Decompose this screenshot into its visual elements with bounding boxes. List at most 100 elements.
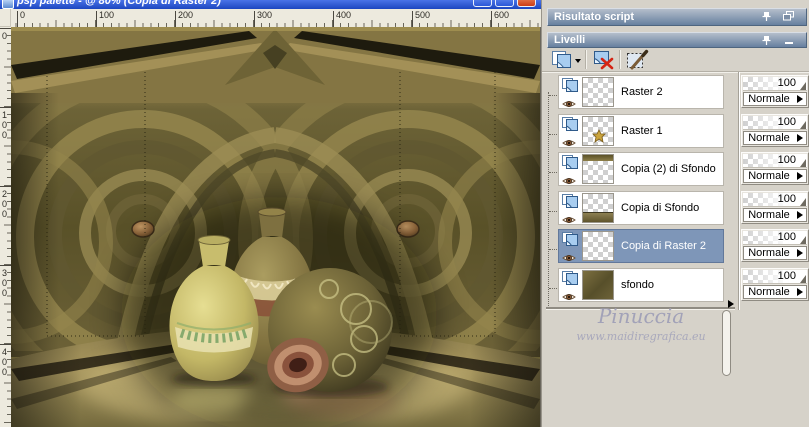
- ruler-label: 300: [257, 10, 273, 20]
- layer-type-icon: [561, 270, 581, 286]
- ruler-label: 400: [2, 347, 8, 377]
- ruler-label: 300: [2, 268, 8, 298]
- opacity-slider[interactable]: 100: [743, 231, 807, 245]
- layer-type-icon: [561, 193, 581, 209]
- layers-panel-header[interactable]: Livelli: [547, 32, 807, 48]
- layer-name: Copia di Raster 2: [621, 240, 706, 252]
- blend-mode-dropdown[interactable]: Normale: [743, 131, 807, 145]
- layer-link-connector: [548, 92, 549, 306]
- blend-mode-dropdown[interactable]: Normale: [743, 92, 807, 106]
- minimize-icon[interactable]: [782, 35, 796, 46]
- visibility-eye-icon[interactable]: [562, 173, 576, 184]
- dropdown-arrow-icon[interactable]: [797, 211, 803, 219]
- visibility-eye-icon[interactable]: [562, 135, 576, 146]
- layer-link-stub: [549, 172, 557, 173]
- ruler-label: 600: [494, 10, 510, 20]
- layer-row-sfondo[interactable]: sfondo: [558, 268, 724, 302]
- layer-row-copia-di-raster-2-selected[interactable]: Copia di Raster 2: [558, 229, 724, 263]
- visibility-eye-icon[interactable]: [562, 96, 576, 107]
- layer-type-icon: [561, 116, 581, 132]
- blend-mode-value: Normale: [748, 132, 790, 144]
- layer-properties: 100 Normale: [741, 191, 809, 224]
- layer-row-raster-2[interactable]: Raster 2: [558, 75, 724, 109]
- column-divider: [738, 72, 740, 310]
- opacity-slider[interactable]: 100: [743, 193, 807, 207]
- layer-row-raster-1[interactable]: Raster 1: [558, 114, 724, 148]
- opacity-value: 100: [777, 231, 796, 243]
- canvas-image[interactable]: [11, 27, 540, 427]
- layer-name: Copia di Sfondo: [621, 202, 700, 214]
- opacity-slider[interactable]: 100: [743, 77, 807, 91]
- layer-thumbnail: [582, 193, 614, 223]
- layer-row-copia-di-sfondo[interactable]: Copia di Sfondo: [558, 191, 724, 225]
- toolbar-divider: [542, 71, 809, 73]
- opacity-slider[interactable]: 100: [743, 270, 807, 284]
- dropdown-arrow-icon[interactable]: [797, 249, 803, 257]
- blend-mode-dropdown[interactable]: Normale: [743, 246, 807, 260]
- pin-icon[interactable]: [760, 11, 774, 22]
- layer-link-stub: [549, 211, 557, 212]
- horizontal-ruler: 0 100 200 300 400 500 600: [11, 9, 541, 27]
- opacity-value: 100: [777, 270, 796, 282]
- layer-thumbnail: [582, 270, 614, 300]
- ruler-label: 100: [99, 10, 115, 20]
- maximize-button[interactable]: [495, 0, 514, 7]
- ruler-label: 0: [2, 31, 8, 41]
- ruler-corner: [0, 9, 11, 27]
- opacity-slider-handle[interactable]: [800, 236, 806, 244]
- dropdown-arrow-icon[interactable]: [797, 134, 803, 142]
- blend-mode-value: Normale: [748, 170, 790, 182]
- close-button[interactable]: [517, 0, 536, 7]
- delete-layer-button[interactable]: [591, 49, 617, 71]
- layer-thumbnail: [582, 231, 614, 261]
- layer-properties: 100 Normale: [741, 152, 809, 185]
- layer-thumbnail: [582, 116, 614, 146]
- opacity-slider-handle[interactable]: [800, 159, 806, 167]
- opacity-value: 100: [777, 77, 796, 89]
- script-result-panel-header[interactable]: Risultato script: [547, 8, 807, 26]
- script-result-title: Risultato script: [554, 11, 635, 23]
- opacity-slider[interactable]: 100: [743, 154, 807, 168]
- psp-application-window: psp palette - @ 80% (Copia di Raster 2) …: [0, 0, 809, 427]
- ruler-label: 200: [2, 189, 8, 219]
- layer-link-stub: [549, 134, 557, 135]
- toolbar-separator: [585, 50, 587, 69]
- layer-type-icon: [561, 231, 581, 247]
- layer-row-copia-2-di-sfondo[interactable]: Copia (2) di Sfondo: [558, 152, 724, 186]
- dropdown-arrow-icon[interactable]: [797, 172, 803, 180]
- opacity-slider[interactable]: 100: [743, 116, 807, 130]
- opacity-slider-handle[interactable]: [800, 275, 806, 283]
- window-icon: [2, 0, 14, 9]
- visibility-eye-icon[interactable]: [562, 212, 576, 223]
- layer-properties: 100 Normale: [741, 268, 809, 301]
- layers-toolbar: [547, 49, 807, 71]
- dropdown-arrow-icon[interactable]: [797, 95, 803, 103]
- layer-properties: 100 Normale: [741, 229, 809, 262]
- blend-mode-dropdown[interactable]: Normale: [743, 208, 807, 222]
- restore-icon[interactable]: [782, 11, 796, 22]
- docked-panels: Risultato script Livelli Raster 2 Raster…: [541, 0, 809, 427]
- image-window: psp palette - @ 80% (Copia di Raster 2) …: [0, 0, 541, 427]
- opacity-value: 100: [777, 154, 796, 166]
- watermark-url: www.maidiregrafica.eu: [576, 330, 706, 343]
- layer-link-stub: [549, 249, 557, 250]
- image-window-titlebar[interactable]: psp palette - @ 80% (Copia di Raster 2): [0, 0, 541, 9]
- visibility-eye-icon[interactable]: [562, 289, 576, 300]
- pin-icon[interactable]: [760, 35, 774, 46]
- new-layer-button[interactable]: [550, 49, 582, 71]
- layer-name: Raster 1: [621, 125, 663, 137]
- visibility-eye-icon[interactable]: [562, 250, 576, 261]
- blend-mode-value: Normale: [748, 93, 790, 105]
- blend-mode-value: Normale: [748, 209, 790, 221]
- dropdown-arrow-icon[interactable]: [797, 288, 803, 296]
- blend-mode-value: Normale: [748, 286, 790, 298]
- edit-selection-button[interactable]: [625, 49, 651, 71]
- blend-mode-dropdown[interactable]: Normale: [743, 285, 807, 299]
- ruler-label: 200: [178, 10, 194, 20]
- opacity-slider-handle[interactable]: [800, 82, 806, 90]
- layer-thumbnail: [582, 154, 614, 184]
- opacity-slider-handle[interactable]: [800, 198, 806, 206]
- opacity-slider-handle[interactable]: [800, 121, 806, 129]
- blend-mode-dropdown[interactable]: Normale: [743, 169, 807, 183]
- minimize-button[interactable]: [473, 0, 492, 7]
